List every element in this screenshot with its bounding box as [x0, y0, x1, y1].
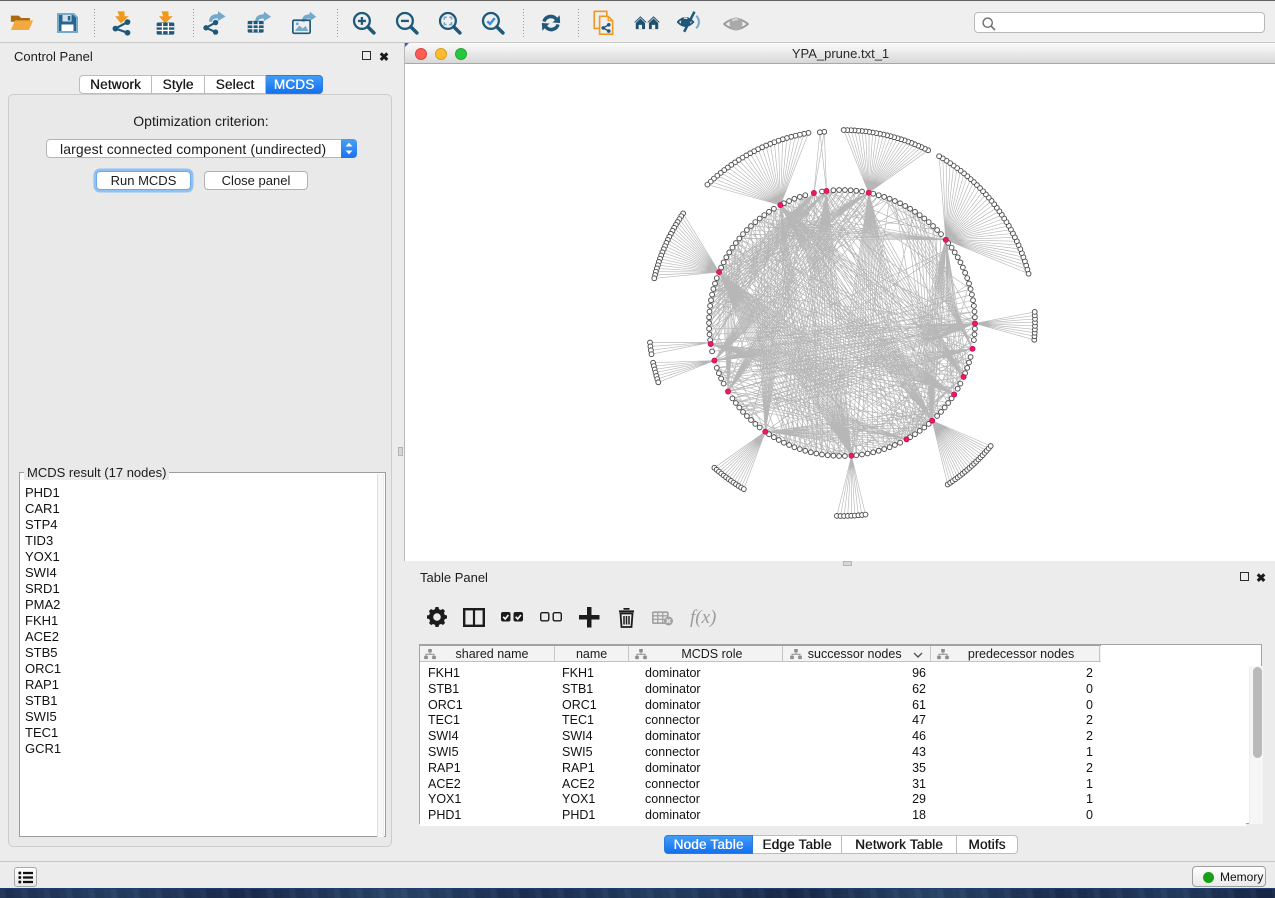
svg-text:f(x): f(x)	[690, 607, 716, 628]
